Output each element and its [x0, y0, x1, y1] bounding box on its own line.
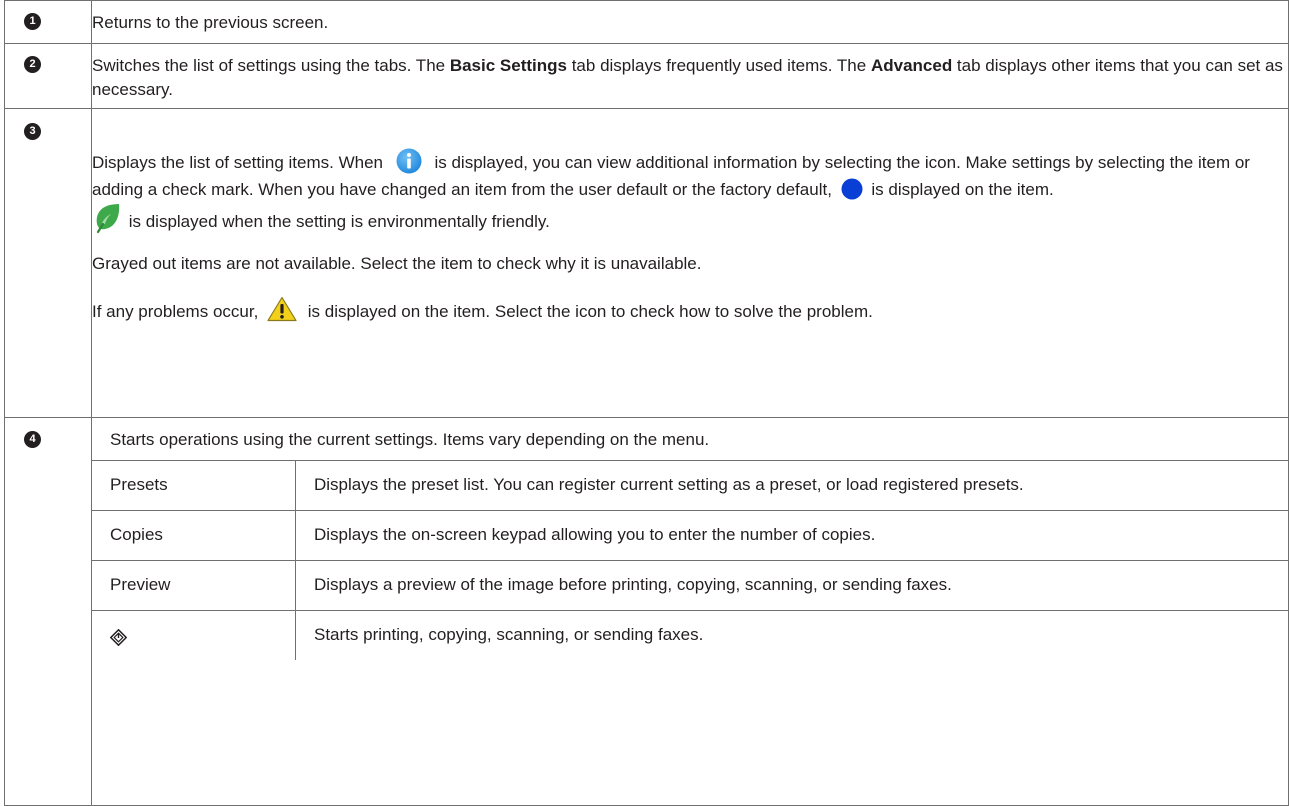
- warning-icon: [267, 296, 297, 321]
- info-icon: [396, 148, 422, 174]
- operations-subtable: Presets Displays the preset list. You ca…: [92, 460, 1288, 660]
- problems-paragraph: If any problems occur, is displayed on t…: [92, 295, 1288, 329]
- subtable-row: Copies Displays the on-screen keypad all…: [92, 510, 1288, 561]
- table-row: 2 Switches the list of settings using th…: [4, 43, 1289, 109]
- item-key-cell: Copies: [92, 510, 296, 561]
- text-fragment: is displayed when the setting is environ…: [124, 212, 550, 231]
- subtable-row: Presets Displays the preset list. You ca…: [92, 460, 1288, 511]
- row-description: Switches the list of settings using the …: [92, 54, 1288, 102]
- grayed-items-paragraph: Grayed out items are not available. Sele…: [92, 254, 702, 273]
- row-description: Returns to the previous screen.: [92, 13, 329, 32]
- subtable-row: Starts printing, copying, scanning, or s…: [92, 610, 1288, 660]
- start-icon: [110, 629, 127, 647]
- text-fragment: Displays the list of setting items. When: [92, 153, 388, 172]
- basic-settings-label: Basic Settings: [449, 56, 567, 75]
- item-description: Starts printing, copying, scanning, or s…: [314, 625, 704, 644]
- item-key-cell: Preview: [92, 560, 296, 611]
- item-desc-cell: Displays the preset list. You can regist…: [295, 460, 1288, 511]
- row-number-cell: 4: [4, 417, 92, 806]
- row-description-cell: Returns to the previous screen.: [91, 0, 1289, 44]
- row-description: Starts operations using the current sett…: [110, 430, 710, 449]
- presets-label: Presets: [110, 475, 168, 494]
- item-desc-cell: Displays a preview of the image before p…: [295, 560, 1288, 611]
- row-description-cell: Starts operations using the current sett…: [91, 417, 1289, 806]
- item-description: Displays the preset list. You can regist…: [314, 475, 1024, 494]
- text-fragment: If any problems occur,: [92, 302, 264, 321]
- table-row: 4 Starts operations using the current se…: [4, 417, 1289, 806]
- advanced-label: Advanced: [870, 56, 953, 75]
- number-badge: 4: [24, 431, 41, 448]
- row-description-cell: Displays the list of setting items. When…: [91, 108, 1289, 418]
- text-fragment: tab displays frequently used items. The: [566, 56, 871, 75]
- item-key-cell: Presets: [92, 460, 296, 511]
- table-row: 3 Displays the list of setting items. Wh…: [4, 108, 1289, 418]
- text-fragment: Switches the list of settings using the …: [92, 56, 450, 75]
- setting-items-paragraph: Displays the list of setting items. When…: [92, 148, 1288, 203]
- start-icon-wrap: [110, 625, 277, 649]
- table-row: 1 Returns to the previous screen.: [4, 0, 1289, 44]
- text-fragment: is displayed on the item.: [866, 180, 1054, 199]
- item-description: Displays the on-screen keypad allowing y…: [314, 525, 876, 544]
- row-number-cell: 1: [4, 0, 92, 44]
- item-desc-cell: Displays the on-screen keypad allowing y…: [295, 510, 1288, 561]
- row-description-cell: Switches the list of settings using the …: [91, 43, 1289, 109]
- item-description: Displays a preview of the image before p…: [314, 575, 952, 594]
- eco-leaf-icon: [96, 203, 120, 233]
- eco-paragraph: is displayed when the setting is environ…: [92, 203, 1288, 239]
- changed-dot-icon: [841, 178, 863, 200]
- number-badge: 2: [24, 56, 41, 73]
- number-badge: 1: [24, 13, 41, 30]
- document-page: 1 Returns to the previous screen. 2 Swit…: [0, 0, 1293, 806]
- number-badge: 3: [24, 123, 41, 140]
- row-number-cell: 2: [4, 43, 92, 109]
- subtable-row: Preview Displays a preview of the image …: [92, 560, 1288, 611]
- row-number-cell: 3: [4, 108, 92, 418]
- preview-label: Preview: [110, 575, 171, 594]
- item-desc-cell: Starts printing, copying, scanning, or s…: [295, 610, 1288, 660]
- description-table: 1 Returns to the previous screen. 2 Swit…: [4, 0, 1289, 806]
- item-key-cell: [92, 610, 296, 660]
- copies-label: Copies: [110, 525, 163, 544]
- text-fragment: is displayed on the item. Select the ico…: [303, 302, 873, 321]
